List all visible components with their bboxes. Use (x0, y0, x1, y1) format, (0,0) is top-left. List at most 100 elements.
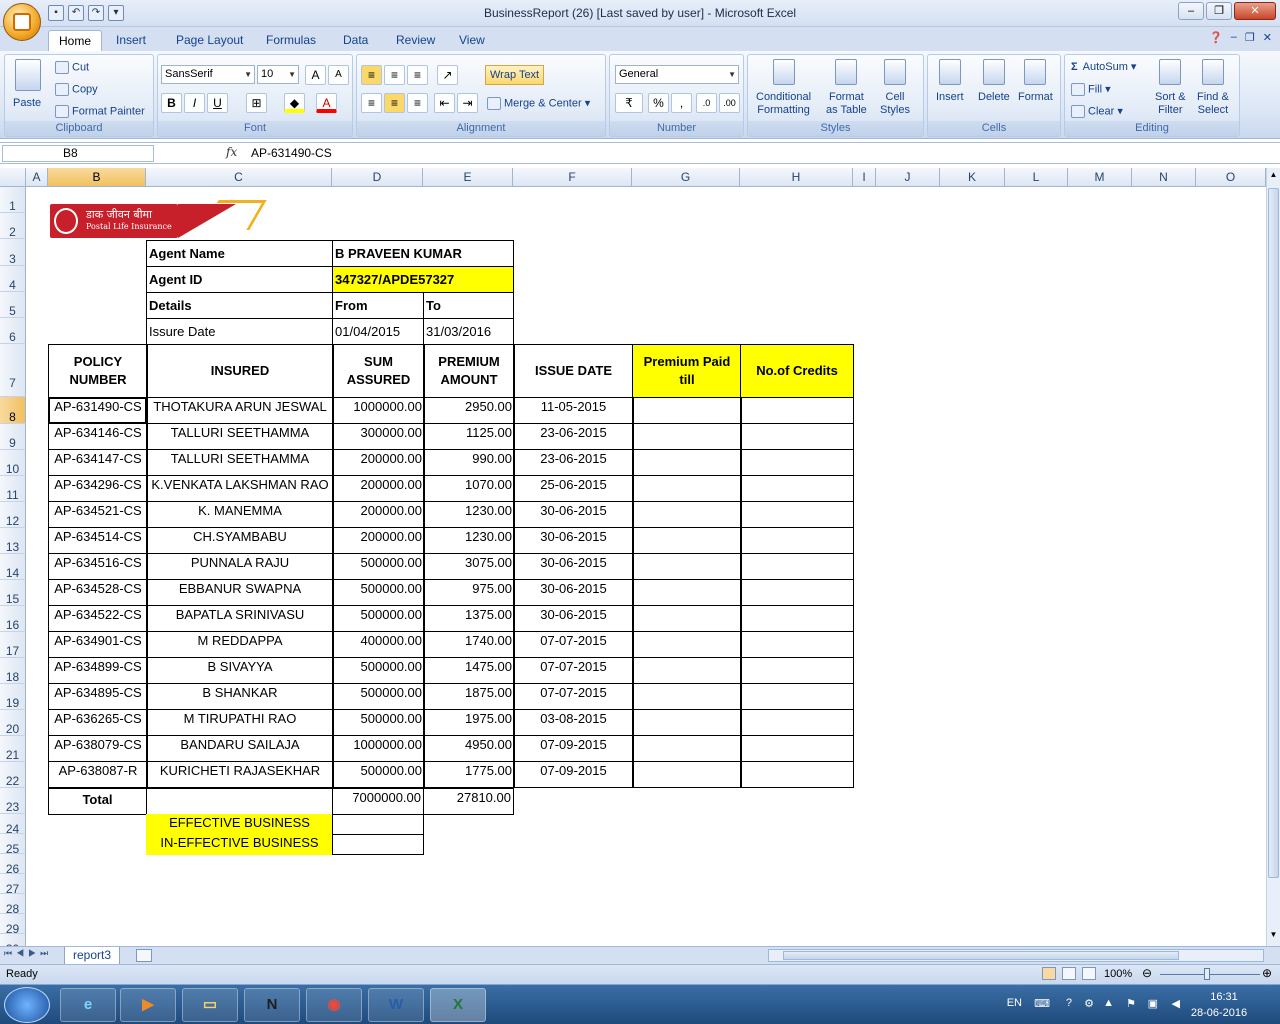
clock-date[interactable]: 28-06-2016 (1184, 1007, 1254, 1019)
no-of-credits-cell[interactable] (740, 449, 854, 476)
fill-button[interactable]: Fill ▾ (1071, 83, 1111, 96)
align-bottom-icon[interactable]: ≡ (407, 65, 428, 85)
formula-input[interactable]: AP-631490-CS (251, 146, 332, 160)
issue-date-cell[interactable]: 25-06-2015 (513, 475, 634, 502)
issue-date-label[interactable]: Issure Date (146, 318, 333, 345)
no-of-credits-cell[interactable] (740, 761, 854, 788)
nitro-pdf-icon[interactable]: N (244, 988, 300, 1022)
insured-cell[interactable]: BAPATLA SRINIVASU (146, 605, 334, 632)
agent-id-label[interactable]: Agent ID (146, 266, 333, 293)
insured-cell[interactable]: PUNNALA RAJU (146, 553, 334, 580)
premium-amount-cell[interactable]: 1875.00 (423, 683, 515, 710)
help-tray-icon[interactable]: ? (1066, 997, 1072, 1009)
tab-review[interactable]: Review (386, 30, 445, 51)
issue-date-cell[interactable]: 07-09-2015 (513, 761, 634, 788)
from-date-value[interactable]: 01/04/2015 (332, 318, 424, 345)
premium-paid-till-cell[interactable] (632, 605, 742, 632)
to-label[interactable]: To (423, 292, 514, 319)
row-header-17[interactable]: 17 (0, 632, 26, 658)
premium-paid-till-cell[interactable] (632, 449, 742, 476)
conditional-formatting-button[interactable]: Conditional Formatting (756, 59, 811, 117)
premium-amount-cell[interactable]: 1230.00 (423, 501, 515, 528)
policy-number-cell[interactable]: AP-634516-CS (48, 553, 148, 580)
column-header-f[interactable]: F (513, 168, 632, 187)
no-of-credits-cell[interactable] (740, 397, 854, 424)
from-label[interactable]: From (332, 292, 424, 319)
no-of-credits-cell[interactable] (740, 475, 854, 502)
issue-date-cell[interactable]: 30-06-2015 (513, 553, 634, 580)
premium-amount-cell[interactable]: 3075.00 (423, 553, 515, 580)
policy-number-cell[interactable]: AP-634147-CS (48, 449, 148, 476)
merge-center-button[interactable]: Merge & Center ▾ (487, 97, 590, 110)
insured-cell[interactable]: EBBANUR SWAPNA (146, 579, 334, 606)
issue-date-cell[interactable]: 30-06-2015 (513, 579, 634, 606)
issue-date-header[interactable]: ISSUE DATE (513, 344, 634, 398)
italic-icon[interactable]: I (184, 93, 205, 113)
cell-styles-button[interactable]: Cell Styles (880, 59, 910, 117)
sum-assured-cell[interactable]: 200000.00 (332, 449, 425, 476)
premium-amount-cell[interactable]: 1375.00 (423, 605, 515, 632)
scroll-down-icon[interactable]: ▼ (1268, 930, 1279, 944)
issue-date-cell[interactable]: 07-09-2015 (513, 735, 634, 762)
autosum-button[interactable]: Σ AutoSum ▾ (1071, 61, 1136, 74)
insured-header[interactable]: INSURED (146, 344, 334, 398)
wrap-text-button[interactable]: Wrap Text (485, 65, 545, 85)
insured-cell[interactable]: CH.SYAMBABU (146, 527, 334, 554)
sort-filter-button[interactable]: Sort & Filter (1155, 59, 1186, 117)
insured-cell[interactable]: M TIRUPATHI RAO (146, 709, 334, 736)
premium-amount-cell[interactable]: 1230.00 (423, 527, 515, 554)
column-header-b[interactable]: B (48, 168, 146, 187)
increase-decimal-icon[interactable]: .0 (696, 93, 717, 113)
windows-start-icon[interactable] (4, 987, 50, 1023)
close-button[interactable]: ✕ (1234, 2, 1276, 20)
sum-assured-cell[interactable]: 500000.00 (332, 553, 425, 580)
copy-button[interactable]: Copy (55, 83, 98, 96)
shrink-font-icon[interactable]: A (328, 65, 349, 85)
issue-date-cell[interactable]: 03-08-2015 (513, 709, 634, 736)
policy-number-header[interactable]: POLICY NUMBER (48, 344, 148, 398)
row-header-8[interactable]: 8 (0, 397, 26, 424)
insured-cell[interactable]: K. MANEMMA (146, 501, 334, 528)
align-right-icon[interactable]: ≡ (407, 93, 428, 113)
issue-date-cell[interactable]: 11-05-2015 (513, 397, 634, 424)
column-header-o[interactable]: O (1196, 168, 1266, 187)
effective-business-label[interactable]: EFFECTIVE BUSINESS (146, 814, 333, 835)
row-header-28[interactable]: 28 (0, 894, 26, 916)
no-of-credits-cell[interactable] (740, 423, 854, 450)
premium-amount-cell[interactable]: 1125.00 (423, 423, 515, 450)
policy-number-cell[interactable]: AP-638079-CS (48, 735, 148, 762)
row-header-30[interactable]: 30 (0, 934, 26, 946)
sum-assured-cell[interactable]: 200000.00 (332, 475, 425, 502)
sum-assured-cell[interactable]: 200000.00 (332, 527, 425, 554)
font-color-icon[interactable]: A (316, 93, 337, 113)
align-left-icon[interactable]: ≡ (361, 93, 382, 113)
ineffective-business-value[interactable] (332, 834, 424, 855)
row-header-22[interactable]: 22 (0, 762, 26, 788)
scroll-thumb[interactable] (1268, 188, 1279, 878)
tab-view[interactable]: View (449, 30, 495, 51)
ribbon-close-icon[interactable]: ✕ (1263, 31, 1272, 44)
policy-number-cell[interactable]: AP-634528-CS (48, 579, 148, 606)
sheet-tab-report3[interactable]: report3 (64, 947, 121, 965)
insured-cell[interactable]: KURICHETI RAJASEKHAR (146, 761, 334, 788)
row-header-27[interactable]: 27 (0, 874, 26, 896)
help-icon[interactable]: ❓ (1209, 31, 1223, 44)
align-top-icon[interactable]: ≡ (361, 65, 382, 85)
agent-name-label[interactable]: Agent Name (146, 240, 333, 267)
settings-tray-icon[interactable]: ⚙ (1084, 997, 1094, 1010)
policy-number-cell[interactable]: AP-634895-CS (48, 683, 148, 710)
policy-number-cell[interactable]: AP-634296-CS (48, 475, 148, 502)
row-header-19[interactable]: 19 (0, 684, 26, 710)
show-hidden-icons-icon[interactable]: ▲ (1103, 997, 1114, 1009)
h-scroll-thumb[interactable] (783, 951, 1179, 960)
vertical-scrollbar[interactable]: ▲ ▼ (1266, 168, 1280, 946)
no-of-credits-header[interactable]: No.of Credits (740, 344, 854, 398)
insert-function-icon[interactable]: fx (226, 145, 237, 159)
insured-cell[interactable]: M REDDAPPA (146, 631, 334, 658)
sum-assured-cell[interactable]: 500000.00 (332, 709, 425, 736)
tab-insert[interactable]: Insert (106, 30, 156, 51)
column-header-j[interactable]: J (876, 168, 940, 187)
no-of-credits-cell[interactable] (740, 631, 854, 658)
premium-paid-till-cell[interactable] (632, 475, 742, 502)
fill-color-icon[interactable]: ◆ (284, 93, 305, 113)
